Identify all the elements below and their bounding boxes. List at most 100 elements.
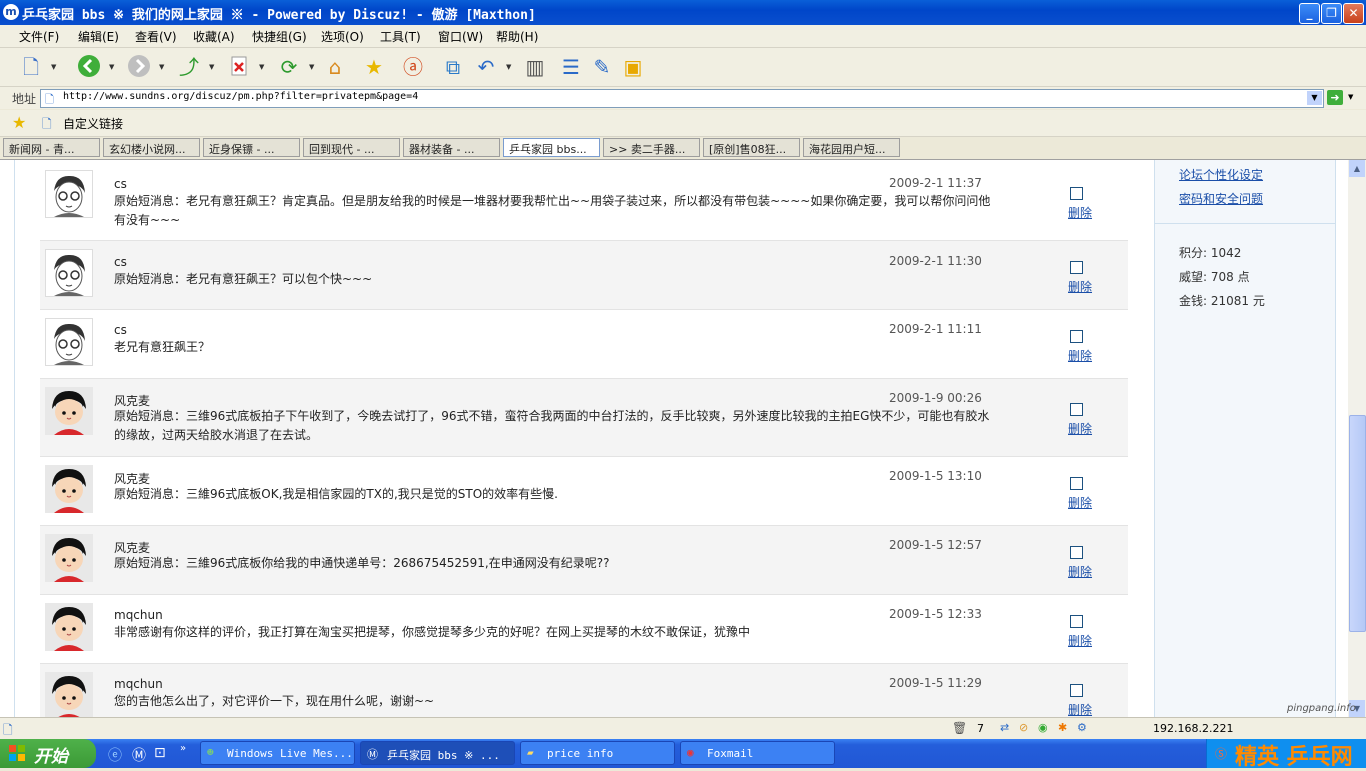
select-checkbox[interactable]: [1070, 684, 1083, 697]
message-sender[interactable]: cs: [114, 323, 127, 337]
chevron-down-icon[interactable]: ▼: [51, 63, 56, 71]
scrollbar-thumb[interactable]: [1349, 415, 1366, 632]
favorites-star-icon[interactable]: ★: [361, 54, 387, 80]
delete-link[interactable]: 删除: [1068, 701, 1092, 717]
undo-icon[interactable]: ↶: [473, 54, 499, 80]
chevron-down-icon[interactable]: ▼: [209, 63, 214, 71]
message-sender[interactable]: cs: [114, 177, 127, 191]
new-page-icon[interactable]: 🗋: [18, 54, 44, 80]
message-sender[interactable]: cs: [114, 255, 127, 269]
task-foxmail[interactable]: ◉ Foxmail: [680, 741, 835, 765]
maxthon-quicklaunch-icon[interactable]: Ⓜ: [132, 745, 146, 765]
tray-app-icon[interactable]: Ⓢ: [1215, 745, 1227, 762]
task-maxthon-bbs[interactable]: Ⓜ 乒乓家园 bbs ※ ...: [360, 741, 515, 765]
chevron-down-icon[interactable]: ▼: [1348, 93, 1353, 101]
menu-tools[interactable]: 工具(T): [380, 28, 421, 45]
tab-news[interactable]: 新闻网 - 青...: [3, 138, 100, 157]
refresh-icon[interactable]: ⟳: [276, 54, 302, 80]
forum-personal-settings-link[interactable]: 论坛个性化设定: [1179, 166, 1263, 183]
select-checkbox[interactable]: [1070, 546, 1083, 559]
delete-link[interactable]: 删除: [1068, 632, 1092, 649]
tab-original-sale[interactable]: [原创]售08狂...: [703, 138, 800, 157]
start-button[interactable]: 开始: [0, 739, 96, 768]
address-dropdown-icon[interactable]: ▼: [1307, 91, 1322, 105]
delete-link[interactable]: 删除: [1068, 204, 1092, 221]
minimize-button[interactable]: _: [1299, 3, 1320, 24]
chevron-down-icon[interactable]: ▼: [109, 63, 114, 71]
edit-icon[interactable]: ✎: [589, 54, 615, 80]
menu-options[interactable]: 选项(O): [321, 28, 364, 45]
back-icon[interactable]: [76, 54, 102, 80]
task-windows-live-messenger[interactable]: ☻ Windows Live Mes...: [200, 741, 355, 765]
forward-icon[interactable]: [126, 54, 152, 80]
ie-quicklaunch-icon[interactable]: ⓔ: [108, 745, 122, 765]
home-icon[interactable]: ⌂: [322, 54, 348, 80]
stop-icon[interactable]: [226, 54, 252, 80]
avatar[interactable]: [45, 387, 93, 435]
avatar[interactable]: [45, 534, 93, 582]
chevron-down-icon[interactable]: ▼: [159, 63, 164, 71]
avatar[interactable]: [45, 465, 93, 513]
settings-icon[interactable]: ⚙: [1077, 721, 1087, 734]
address-input[interactable]: 🗋 http://www.sundns.org/discuz/pm.php?fi…: [40, 89, 1324, 108]
url-text[interactable]: http://www.sundns.org/discuz/pm.php?filt…: [63, 91, 418, 102]
screenshot-icon[interactable]: ⧉: [440, 54, 466, 80]
password-security-link[interactable]: 密码和安全问题: [1179, 190, 1263, 207]
avatar[interactable]: [45, 672, 93, 717]
popup-block-icon[interactable]: ⊘: [1019, 721, 1028, 734]
tab-equipment[interactable]: 器材装备 - ...: [403, 138, 500, 157]
chevron-right-icon[interactable]: »: [180, 743, 186, 754]
menu-edit[interactable]: 编辑(E): [78, 28, 119, 45]
menu-view[interactable]: 查看(V): [135, 28, 177, 45]
select-checkbox[interactable]: [1070, 403, 1083, 416]
maximize-button[interactable]: ❐: [1321, 3, 1342, 24]
custom-links-item[interactable]: 自定义链接: [63, 115, 123, 132]
tab-haihuayuan[interactable]: 海花园用户短...: [803, 138, 900, 157]
translate-icon[interactable]: ⓐ: [400, 54, 426, 80]
desktop-quicklaunch-icon[interactable]: ⊡: [154, 745, 166, 761]
trash-icon[interactable]: 🗑: [952, 721, 967, 735]
menu-window[interactable]: 窗口(W): [438, 28, 483, 45]
notes-icon[interactable]: ▣: [620, 54, 646, 80]
menu-favorites[interactable]: 收藏(A): [193, 28, 235, 45]
up-folder-icon[interactable]: ⤴: [176, 54, 202, 80]
delete-link[interactable]: 删除: [1068, 420, 1092, 437]
delete-link[interactable]: 删除: [1068, 278, 1092, 295]
select-checkbox[interactable]: [1070, 615, 1083, 628]
menu-file[interactable]: 文件(F): [19, 28, 59, 45]
list-icon[interactable]: ☰: [558, 54, 584, 80]
title-bar[interactable]: m 乒乓家园 bbs ※ 我们的网上家园 ※ - Powered by Disc…: [0, 0, 1366, 25]
select-checkbox[interactable]: [1070, 477, 1083, 490]
chevron-down-icon[interactable]: ▼: [259, 63, 264, 71]
task-price-info[interactable]: ▰ price info: [520, 741, 675, 765]
ad-filter-icon[interactable]: ◉: [1038, 721, 1048, 734]
select-checkbox[interactable]: [1070, 187, 1083, 200]
columns-icon[interactable]: ▥: [522, 54, 548, 80]
avatar[interactable]: [45, 170, 93, 218]
tab-secondhand[interactable]: >> 卖二手器...: [603, 138, 700, 157]
tab-modern[interactable]: 回到现代 - ...: [303, 138, 400, 157]
tab-pingpang-bbs[interactable]: 乒乓家园 bbs...: [503, 138, 600, 157]
delete-link[interactable]: 删除: [1068, 347, 1092, 364]
network-icon[interactable]: ⇄: [1000, 721, 1009, 734]
chevron-down-icon[interactable]: ▼: [309, 63, 314, 71]
favorites-star-icon[interactable]: ★: [12, 113, 26, 132]
message-sender[interactable]: mqchun: [114, 608, 163, 622]
tab-novel[interactable]: 玄幻楼小说网...: [103, 138, 200, 157]
go-icon[interactable]: ➜: [1327, 90, 1343, 105]
menu-groups[interactable]: 快捷组(G): [252, 28, 307, 45]
close-button[interactable]: ✕: [1343, 3, 1364, 24]
delete-link[interactable]: 删除: [1068, 563, 1092, 580]
avatar[interactable]: [45, 249, 93, 297]
chevron-down-icon[interactable]: ▼: [506, 63, 511, 71]
message-sender[interactable]: mqchun: [114, 677, 163, 691]
select-checkbox[interactable]: [1070, 261, 1083, 274]
plugin-icon[interactable]: ✱: [1058, 721, 1067, 734]
select-checkbox[interactable]: [1070, 330, 1083, 343]
avatar[interactable]: [45, 603, 93, 651]
scroll-up-icon[interactable]: ▲: [1349, 160, 1365, 177]
avatar[interactable]: [45, 318, 93, 366]
tab-bodyguard[interactable]: 近身保镖 - ...: [203, 138, 300, 157]
menu-help[interactable]: 帮助(H): [496, 28, 538, 45]
delete-link[interactable]: 删除: [1068, 494, 1092, 511]
